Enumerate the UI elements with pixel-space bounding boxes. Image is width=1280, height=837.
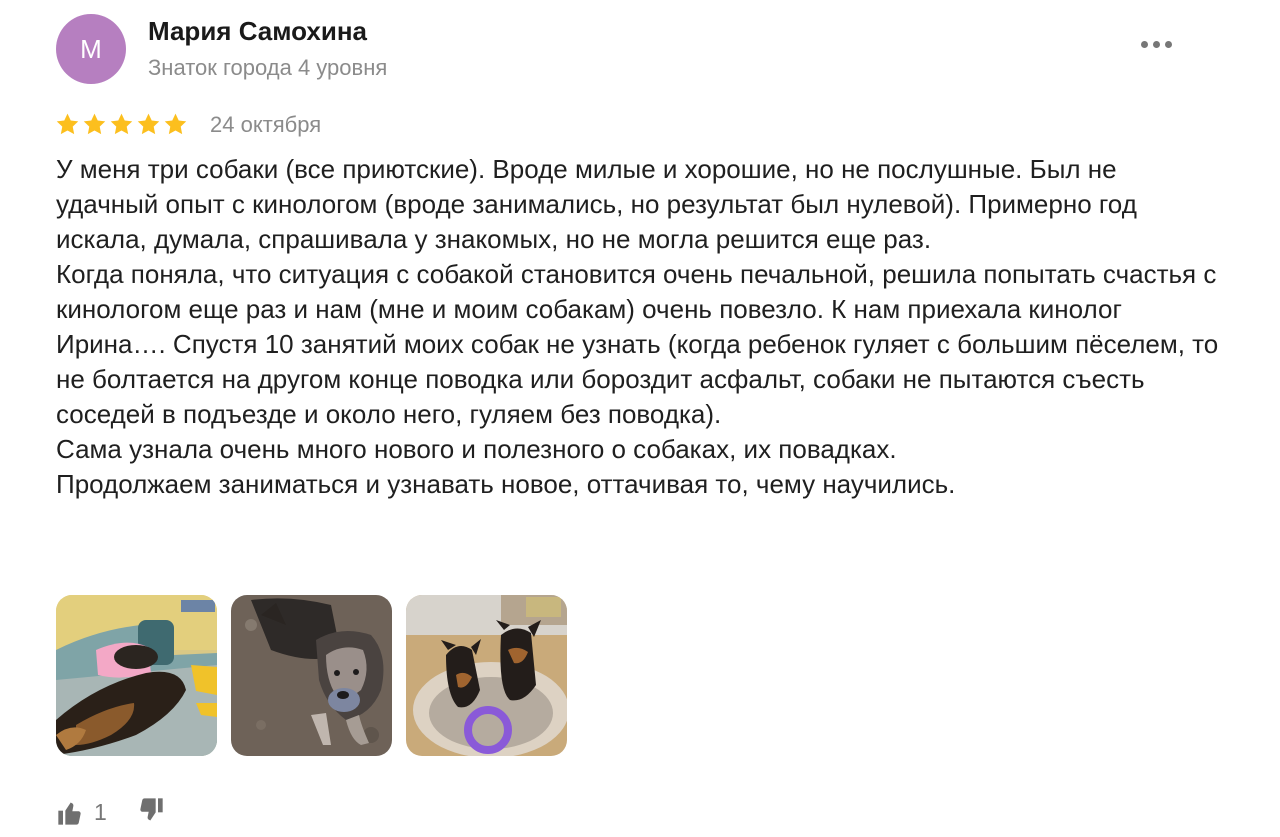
dog-photo-image (56, 595, 217, 756)
star-icon (110, 113, 133, 135)
review-paragraph: Продолжаем заниматься и узнавать новое, … (56, 469, 956, 499)
star-icon (56, 113, 79, 135)
review-photo[interactable] (406, 595, 567, 756)
star-rating (55, 112, 188, 137)
thumbs-down-icon (140, 798, 163, 821)
like-count: 1 (94, 799, 107, 825)
author-name[interactable]: Мария Самохина (148, 16, 367, 47)
star-icon (164, 113, 187, 135)
avatar[interactable]: М (56, 14, 126, 84)
more-options-button[interactable] (1132, 30, 1180, 58)
author-level: Знаток города 4 уровня (148, 55, 388, 80)
review-text: У меня три собаки (все приютские). Вроде… (56, 152, 1226, 502)
review-reactions: 1 (56, 796, 165, 829)
like-button[interactable]: 1 (56, 799, 107, 827)
dislike-button[interactable] (137, 796, 165, 829)
review-paragraph: У меня три собаки (все приютские). Вроде… (56, 154, 1137, 254)
avatar-initial: М (80, 34, 102, 64)
review-photo[interactable] (231, 595, 392, 756)
thumbs-up-icon (58, 802, 81, 825)
dog-photo-image (406, 595, 567, 756)
star-icon (83, 113, 106, 135)
review-date: 24 октября (210, 112, 322, 137)
review-paragraph: Когда поняла, что ситуация с собакой ста… (56, 259, 1219, 429)
review-photos (56, 595, 567, 756)
review-paragraph: Сама узнала очень много нового и полезно… (56, 434, 897, 464)
star-icon (137, 113, 160, 135)
review-photo[interactable] (56, 595, 217, 756)
more-dots-icon (1140, 40, 1148, 48)
dog-photo-image (231, 595, 392, 756)
